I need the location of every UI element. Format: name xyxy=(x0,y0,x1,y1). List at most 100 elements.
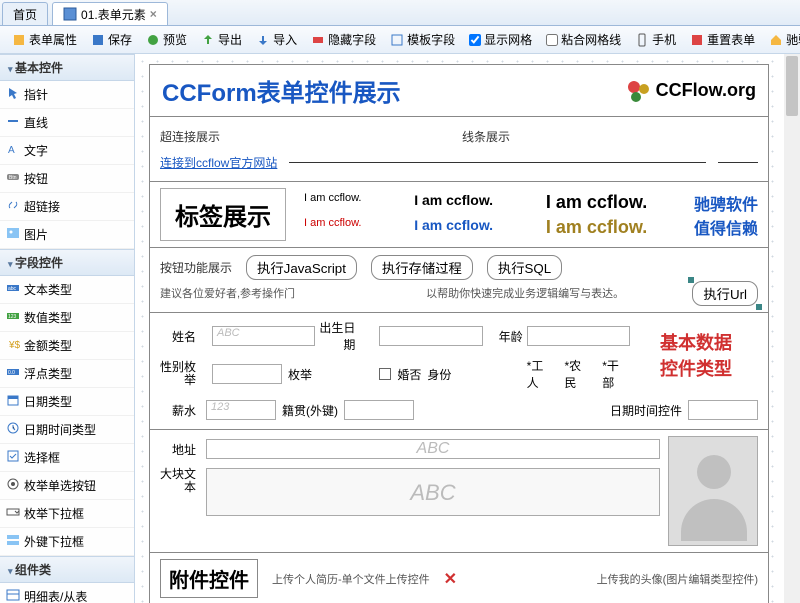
svg-text:A: A xyxy=(8,145,15,156)
sidebar: 基本控件 指针 直线 A文字 Btn按钮 超链接 图片 字段控件 abc文本类型… xyxy=(0,54,135,603)
text-icon: A xyxy=(6,142,20,156)
sidebar-item-date-type[interactable]: 日期类型 xyxy=(0,388,134,416)
button-note-2: 以帮助你快速完成业务逻辑编写与表达。 xyxy=(426,285,686,301)
close-icon[interactable]: × xyxy=(150,7,157,21)
id-worker: *工人 xyxy=(527,357,555,391)
export-button[interactable]: 导出 xyxy=(195,29,248,50)
sidebar-item-money-type[interactable]: ¥$金额类型 xyxy=(0,332,134,360)
canvas[interactable]: CCForm表单控件展示 CCFlow.org 超连接展示 线条展示 连接到cc… xyxy=(135,54,800,603)
avatar-placeholder[interactable] xyxy=(668,436,758,546)
exec-js-button[interactable]: 执行JavaScript xyxy=(246,255,357,280)
preview-icon xyxy=(146,33,160,47)
button-note-1: 建议各位爱好者,参考操作门 xyxy=(160,285,420,301)
addr-input[interactable]: ABC xyxy=(206,439,660,459)
sidebar-item-button[interactable]: Btn按钮 xyxy=(0,165,134,193)
sidebar-item-text[interactable]: A文字 xyxy=(0,137,134,165)
id-farmer: *农民 xyxy=(564,357,592,391)
sidebar-group-components[interactable]: 组件类 xyxy=(0,556,134,583)
sidebar-item-fk-dropdown[interactable]: 外键下拉框 xyxy=(0,528,134,556)
salary-label: 薪水 xyxy=(160,402,200,419)
form-icon xyxy=(63,7,77,21)
svg-text:Btn: Btn xyxy=(9,175,17,181)
sex-label: 性别枚举 xyxy=(160,361,200,387)
gears-icon xyxy=(624,77,652,105)
reset-form-button[interactable]: 重置表单 xyxy=(684,29,761,50)
toolbar: 表单属性 保存 预览 导出 导入 隐藏字段 模板字段 显示网格 粘合网格线 手机… xyxy=(0,26,800,54)
exec-sp-button[interactable]: 执行存储过程 xyxy=(371,255,473,280)
sidebar-item-datetime-type[interactable]: 日期时间类型 xyxy=(0,416,134,444)
mobile-button[interactable]: 手机 xyxy=(629,29,682,50)
age-label: 年龄 xyxy=(487,328,527,345)
sidebar-item-pointer[interactable]: 指针 xyxy=(0,81,134,109)
attach-x-icon[interactable]: ✕ xyxy=(444,569,457,589)
float-icon: 0.0 xyxy=(6,365,20,379)
sidebar-item-radio-enum[interactable]: 枚举单选按钮 xyxy=(0,472,134,500)
tag-blue: I am ccflow. xyxy=(414,217,522,238)
birth-input[interactable] xyxy=(379,326,482,346)
show-grid-toggle[interactable]: 显示网格 xyxy=(463,29,538,50)
sidebar-item-line[interactable]: 直线 xyxy=(0,109,134,137)
snap-grid-checkbox[interactable] xyxy=(546,34,558,46)
attach-note-2: 上传我的头像(图片编辑类型控件) xyxy=(597,571,758,587)
number-icon: 123 xyxy=(6,309,20,323)
line-icon xyxy=(6,114,20,128)
age-input[interactable] xyxy=(527,326,630,346)
name-input[interactable]: ABC xyxy=(212,326,315,346)
id-cadre: *干部 xyxy=(602,357,630,391)
exec-url-button[interactable]: 执行Url xyxy=(692,281,758,306)
radio-icon xyxy=(6,477,20,491)
native-select[interactable] xyxy=(344,400,414,420)
checkbox-icon xyxy=(6,449,20,463)
reset-icon xyxy=(690,33,704,47)
sidebar-group-fields[interactable]: 字段控件 xyxy=(0,249,134,276)
snap-grid-toggle[interactable]: 粘合网格线 xyxy=(540,29,627,50)
button-icon: Btn xyxy=(6,170,20,184)
link-icon xyxy=(6,198,20,212)
logo: CCFlow.org xyxy=(624,77,756,105)
tab-label: 首页 xyxy=(13,6,37,23)
hidden-fields-button[interactable]: 隐藏字段 xyxy=(305,29,382,50)
native-label: 籍贯(外键) xyxy=(282,402,338,419)
home-icon xyxy=(769,33,783,47)
sex-select[interactable] xyxy=(212,364,282,384)
preview-button[interactable]: 预览 xyxy=(140,29,193,50)
template-fields-button[interactable]: 模板字段 xyxy=(384,29,461,50)
bigtext-input[interactable]: ABC xyxy=(206,468,660,516)
show-grid-checkbox[interactable] xyxy=(469,34,481,46)
pointer-icon xyxy=(6,86,20,100)
sidebar-item-hyperlink[interactable]: 超链接 xyxy=(0,193,134,221)
sidebar-item-detail-table[interactable]: 明细表/从表 xyxy=(0,583,134,603)
svg-text:123: 123 xyxy=(8,314,17,320)
salary-input[interactable]: 123 xyxy=(206,400,276,420)
money-icon: ¥$ xyxy=(6,337,20,351)
svg-text:¥$: ¥$ xyxy=(8,340,20,351)
tag-black-md: I am ccflow. xyxy=(414,192,522,213)
marry-label: 婚否 xyxy=(397,366,421,383)
svg-text:abc: abc xyxy=(8,286,17,292)
datetime-input[interactable] xyxy=(688,400,758,420)
line-section-label: 线条展示 xyxy=(462,128,758,145)
save-icon xyxy=(91,33,105,47)
ccflow-link[interactable]: 连接到ccflow官方网站 xyxy=(160,154,277,171)
sidebar-item-enum-dropdown[interactable]: 枚举下拉框 xyxy=(0,500,134,528)
sidebar-item-checkbox[interactable]: 选择框 xyxy=(0,444,134,472)
sidebar-group-basic[interactable]: 基本控件 xyxy=(0,54,134,81)
datetime-icon xyxy=(6,421,20,435)
sidebar-item-float-type[interactable]: 0.0浮点类型 xyxy=(0,360,134,388)
vertical-scrollbar[interactable] xyxy=(784,54,800,603)
form-title: CCForm表单控件展示 xyxy=(162,73,624,108)
sidebar-item-text-type[interactable]: abc文本类型 xyxy=(0,276,134,304)
datetime-label: 日期时间控件 xyxy=(610,402,682,419)
marry-checkbox[interactable] xyxy=(379,368,391,380)
save-button[interactable]: 保存 xyxy=(85,29,138,50)
tab-home[interactable]: 首页 xyxy=(2,2,48,25)
sidebar-item-image[interactable]: 图片 xyxy=(0,221,134,249)
sidebar-item-number-type[interactable]: 123数值类型 xyxy=(0,304,134,332)
tab-bar: 首页 01.表单元素 × xyxy=(0,0,800,26)
demo-line xyxy=(289,162,706,163)
official-site-button[interactable]: 驰骋官网 xyxy=(763,29,800,50)
tab-form-elements[interactable]: 01.表单元素 × xyxy=(52,2,168,25)
exec-sql-button[interactable]: 执行SQL xyxy=(487,255,562,280)
form-attrs-button[interactable]: 表单属性 xyxy=(6,29,83,50)
import-button[interactable]: 导入 xyxy=(250,29,303,50)
